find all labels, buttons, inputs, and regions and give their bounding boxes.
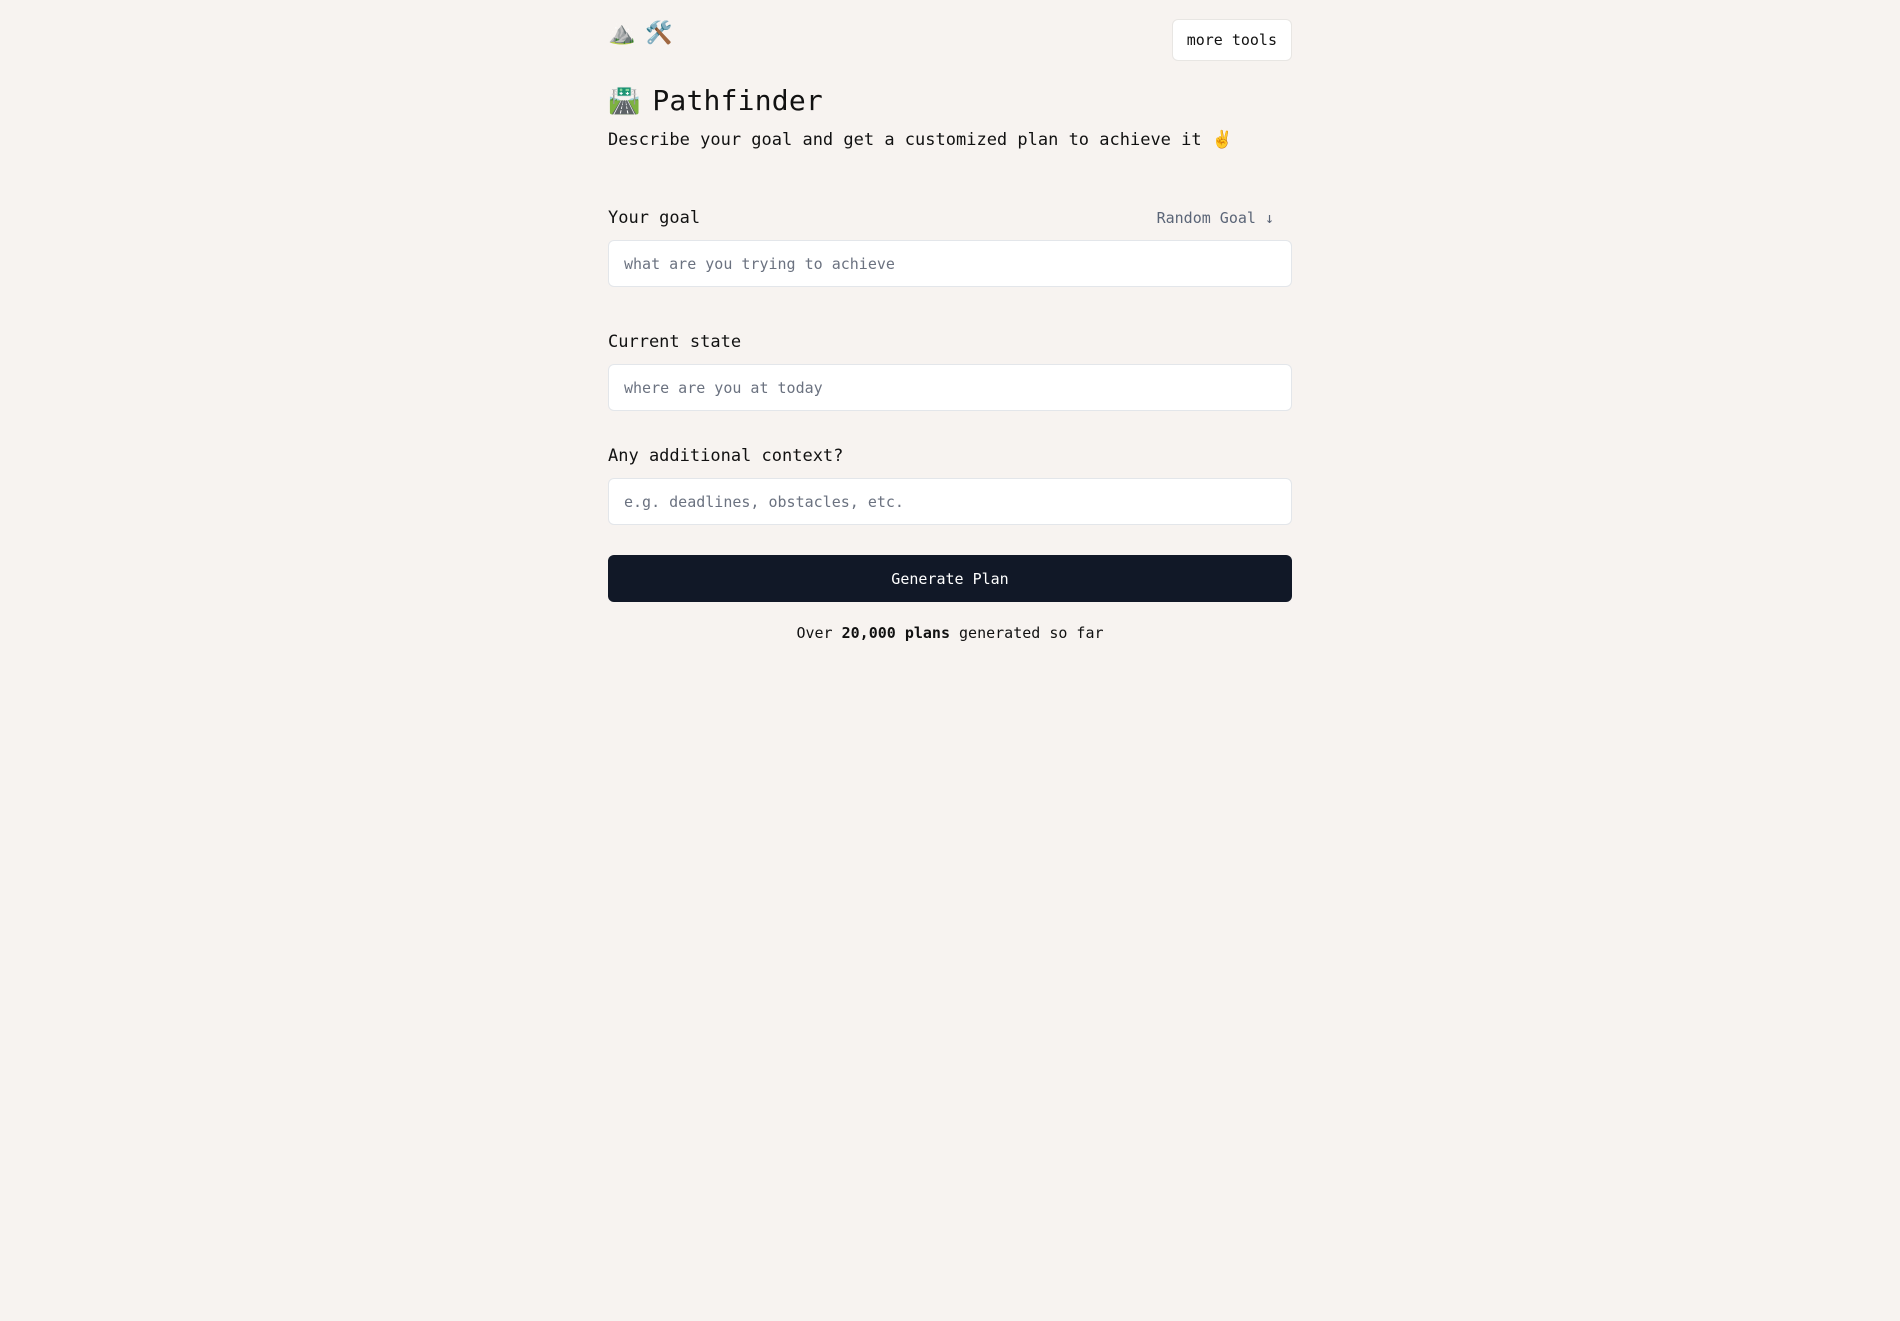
hammer-wrench-icon[interactable]: 🛠️ — [645, 20, 672, 48]
context-field: Any additional context? — [608, 444, 1292, 525]
goal-field: Your goal Random Goal ↓ — [608, 206, 1292, 287]
random-goal-button[interactable]: Random Goal ↓ — [1157, 209, 1292, 227]
context-label: Any additional context? — [608, 446, 844, 466]
main-container: ⛰️ 🛠️ more tools 🛣️ Pathfinder Describe … — [608, 0, 1292, 642]
current-state-label-row: Current state — [608, 330, 1292, 354]
page-title: Pathfinder — [652, 84, 823, 117]
stats-prefix: Over — [796, 624, 833, 642]
current-state-field: Current state — [608, 330, 1292, 411]
goal-input[interactable] — [608, 240, 1292, 287]
current-state-label: Current state — [608, 332, 742, 352]
top-bar: ⛰️ 🛠️ more tools — [608, 0, 1292, 62]
goal-label: Your goal — [608, 208, 701, 228]
stats-suffix: generated so far — [959, 624, 1104, 642]
mountain-icon[interactable]: ⛰️ — [608, 20, 635, 48]
logo-group: ⛰️ 🛠️ — [608, 20, 673, 48]
motorway-icon: 🛣️ — [608, 85, 641, 116]
page-subtitle: Describe your goal and get a customized … — [608, 130, 1234, 150]
context-input[interactable] — [608, 478, 1292, 525]
more-tools-button[interactable]: more tools — [1171, 19, 1292, 61]
current-state-input[interactable] — [608, 364, 1292, 411]
goal-label-row: Your goal Random Goal ↓ — [608, 206, 1292, 230]
page-header: 🛣️ Pathfinder — [608, 84, 823, 117]
generate-plan-button[interactable]: Generate Plan — [608, 555, 1292, 602]
stats-count: 20,000 plans — [841, 624, 950, 642]
context-label-row: Any additional context? — [608, 444, 1292, 468]
plans-counter: Over 20,000 plans generated so far — [608, 624, 1292, 642]
